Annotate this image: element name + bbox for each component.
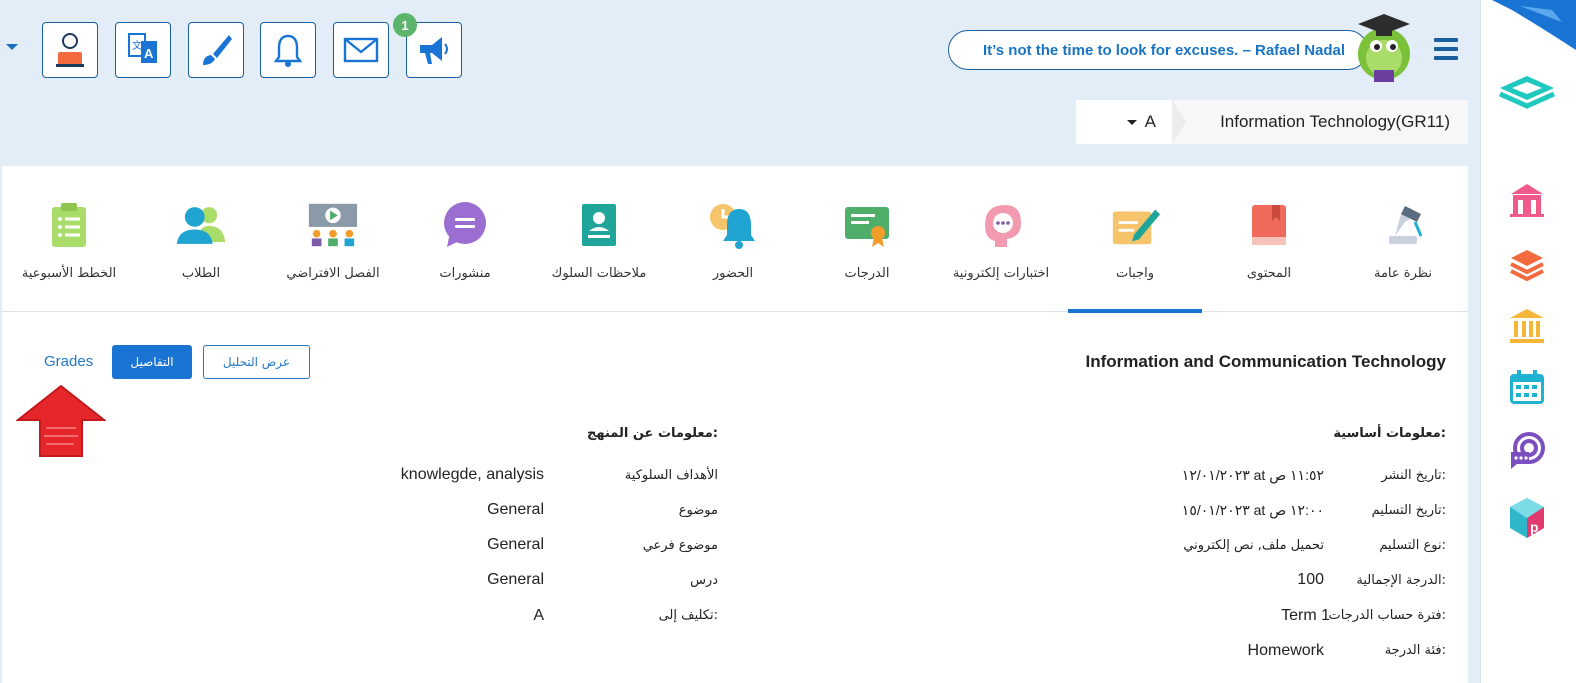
curriculum-info-heading: معلومات عن المنهج: bbox=[587, 426, 718, 441]
details-button[interactable]: التفاصيل bbox=[112, 345, 192, 379]
curriculum-label: تكليف إلى: bbox=[658, 608, 718, 623]
institution-icon[interactable] bbox=[1505, 304, 1549, 348]
announcement-icon bbox=[420, 37, 448, 64]
cube-app-icon[interactable]: p bbox=[1505, 496, 1549, 540]
tab-students[interactable]: الطلاب bbox=[134, 166, 268, 312]
tab-attendance[interactable]: الحضور bbox=[666, 166, 800, 312]
submission-type-value: تحميل ملف, نص إلكتروني bbox=[1183, 538, 1324, 553]
posts-chat-icon bbox=[439, 200, 491, 250]
tab-label: اختبارات إلكترونية bbox=[952, 266, 1050, 281]
tab-label: الدرجات bbox=[844, 266, 890, 281]
assignment-icon bbox=[1109, 200, 1161, 250]
podcast-chat-icon[interactable] bbox=[1505, 428, 1549, 472]
bell-icon bbox=[273, 34, 303, 67]
tab-label: الخطط الأسبوعية bbox=[21, 266, 117, 281]
weekly-plan-icon bbox=[43, 200, 95, 250]
tab-online-tests[interactable]: اختبارات إلكترونية bbox=[934, 166, 1068, 312]
tab-label: نظرة عامة bbox=[1373, 266, 1433, 281]
messages-button[interactable] bbox=[333, 22, 389, 78]
main-menu-button[interactable] bbox=[1434, 38, 1458, 60]
grades-certificate-icon bbox=[841, 200, 893, 250]
behavior-notes-icon bbox=[573, 200, 625, 250]
curriculum-label: درس bbox=[690, 573, 718, 588]
overview-icon bbox=[1377, 200, 1429, 250]
translate-button[interactable]: A 文 bbox=[115, 22, 171, 78]
students-icon bbox=[175, 200, 227, 250]
tab-grades[interactable]: الدرجات bbox=[800, 166, 934, 312]
mail-icon bbox=[343, 37, 379, 63]
info-label: تاريخ النشر: bbox=[1381, 468, 1446, 483]
tab-label: واجبات bbox=[1115, 266, 1155, 281]
course-title[interactable]: Information Technology(GR11) bbox=[1220, 100, 1450, 144]
school-icon[interactable] bbox=[1505, 178, 1549, 222]
main-panel: نظرة عامة المحتوى واجبات اختبارات إلكترو… bbox=[2, 166, 1468, 683]
brush-icon bbox=[203, 35, 232, 65]
tab-overview[interactable]: نظرة عامة bbox=[1336, 166, 1470, 312]
info-label: فئة الدرجة: bbox=[1384, 643, 1446, 658]
corner-banner-decoration bbox=[1492, 0, 1576, 50]
tab-virtual-class[interactable]: الفصل الافتراضي bbox=[266, 166, 400, 312]
course-tabs: نظرة عامة المحتوى واجبات اختبارات إلكترو… bbox=[2, 166, 1470, 313]
tab-label: ملاحظات السلوك bbox=[551, 266, 647, 281]
user-profile-icon bbox=[56, 33, 84, 67]
motivational-quote: It’s not the time to look for excuses. –… bbox=[948, 30, 1368, 70]
course-selector-bar: A Information Technology(GR11) bbox=[1076, 100, 1468, 144]
total-grade-value: 100 bbox=[1297, 571, 1324, 588]
tab-label: الحضور bbox=[712, 266, 754, 281]
calendar-icon[interactable] bbox=[1505, 366, 1549, 410]
tab-label: الفصل الافتراضي bbox=[286, 266, 380, 281]
online-test-icon bbox=[975, 200, 1027, 250]
basic-info-heading: معلومات أساسية: bbox=[1333, 426, 1446, 441]
tab-posts[interactable]: منشورات bbox=[398, 166, 532, 312]
due-date-value: ١٥/٠١/٢٠٢٣ at ١٢:٠٠ ص bbox=[1181, 502, 1324, 518]
notification-count-badge: 1 bbox=[393, 13, 417, 37]
grades-link[interactable]: Grades bbox=[44, 353, 93, 370]
subtopic-value: General bbox=[487, 536, 544, 553]
svg-text:A: A bbox=[144, 46, 154, 61]
curriculum-label: الأهداف السلوكية bbox=[624, 468, 718, 483]
behavioral-objectives-value: knowlegde, analysis bbox=[400, 466, 544, 483]
assigned-to-value: A bbox=[533, 607, 544, 624]
account-dropdown-caret[interactable] bbox=[6, 44, 18, 50]
tab-assignments[interactable]: واجبات bbox=[1068, 166, 1202, 313]
content-book-icon bbox=[1243, 200, 1295, 250]
topic-value: General bbox=[487, 501, 544, 518]
lesson-value: General bbox=[487, 571, 544, 588]
tab-content[interactable]: المحتوى bbox=[1202, 166, 1336, 312]
courses-stack-icon[interactable] bbox=[1505, 242, 1549, 286]
virtual-class-icon bbox=[307, 200, 359, 250]
attendance-clock-icon bbox=[707, 200, 759, 250]
red-up-arrow-annotation bbox=[16, 384, 106, 457]
publish-date-value: ١٢/٠١/٢٠٢٣ at ١١:٥٢ ص bbox=[1181, 467, 1324, 483]
curriculum-label: موضوع فرعي bbox=[642, 538, 718, 553]
tab-label: منشورات bbox=[439, 266, 491, 281]
user-profile-button[interactable] bbox=[42, 22, 98, 78]
info-label: الدرجة الإجمالية: bbox=[1356, 573, 1446, 588]
tab-weekly-plans[interactable]: الخطط الأسبوعية bbox=[2, 166, 136, 312]
grade-category-value: Homework bbox=[1247, 642, 1324, 659]
info-label: نوع التسليم: bbox=[1379, 538, 1446, 553]
svg-text:p: p bbox=[1530, 519, 1539, 535]
info-label: تاريخ التسليم: bbox=[1371, 503, 1446, 518]
notifications-button[interactable] bbox=[260, 22, 316, 78]
tab-label: الطلاب bbox=[181, 266, 221, 281]
right-sidebar: p bbox=[1480, 0, 1576, 683]
section-dropdown[interactable]: A bbox=[1076, 100, 1172, 144]
svg-text:文: 文 bbox=[132, 39, 142, 52]
chevron-down-icon bbox=[1126, 119, 1137, 125]
tab-label: المحتوى bbox=[1246, 266, 1292, 281]
theme-brush-button[interactable] bbox=[188, 22, 244, 78]
assignment-title: Information and Communication Technology bbox=[1085, 352, 1446, 371]
mascot-dragon-avatar[interactable] bbox=[1340, 12, 1422, 84]
info-label: فترة حساب الدرجات: bbox=[1328, 608, 1446, 623]
curriculum-label: موضوع bbox=[678, 503, 718, 518]
app-logo-icon[interactable] bbox=[1491, 68, 1563, 112]
translate-icon: A 文 bbox=[128, 33, 157, 63]
grading-period-value: Term 1 bbox=[1281, 607, 1330, 624]
view-analysis-button[interactable]: عرض التحليل bbox=[203, 345, 310, 379]
tab-behavior-notes[interactable]: ملاحظات السلوك bbox=[532, 166, 666, 312]
